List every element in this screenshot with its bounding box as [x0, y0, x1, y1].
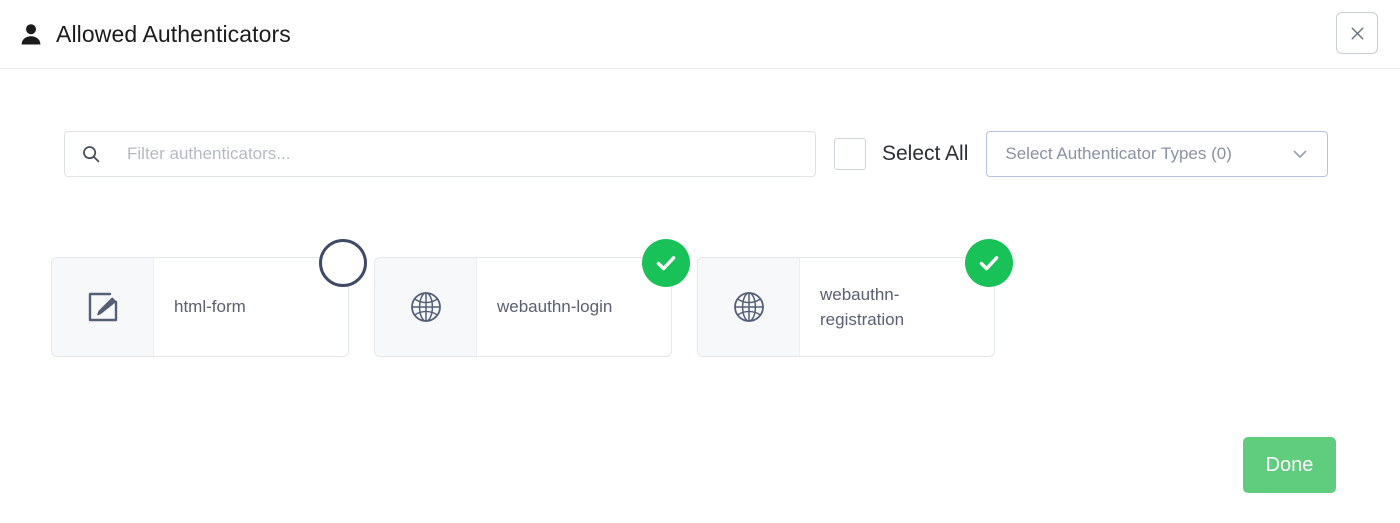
card-icon-panel — [698, 258, 800, 356]
chevron-down-icon — [1291, 145, 1309, 163]
card-select-badge-selected[interactable] — [642, 239, 690, 287]
select-all-label: Select All — [882, 142, 969, 165]
select-all-group: Select All — [834, 138, 968, 170]
card-select-badge-unselected[interactable] — [319, 239, 367, 287]
done-button[interactable]: Done — [1243, 437, 1336, 493]
authenticator-types-dropdown-label: Select Authenticator Types (0) — [1005, 144, 1232, 163]
close-icon — [1348, 24, 1367, 43]
authenticator-card-webauthn-registration[interactable]: webauthn-registration — [697, 239, 1013, 357]
allowed-authenticators-dialog: Allowed Authenticators Select All — [0, 0, 1400, 523]
card-label: webauthn-registration — [820, 284, 905, 330]
check-icon — [975, 249, 1003, 277]
search-icon — [81, 144, 101, 164]
select-all-checkbox[interactable] — [834, 138, 866, 170]
authenticator-card-list: html-form webauthn-login webauthn-regist… — [51, 239, 1013, 357]
card-icon-panel — [375, 258, 477, 356]
check-icon — [652, 249, 680, 277]
dialog-header-left: Allowed Authenticators — [20, 22, 291, 46]
card-icon-panel — [52, 258, 154, 356]
globe-icon — [406, 287, 446, 327]
search-box[interactable] — [64, 131, 816, 177]
filter-toolbar: Select All Select Authenticator Types (0… — [64, 131, 1329, 177]
edit-square-icon — [83, 287, 123, 327]
authenticator-card-webauthn-login[interactable]: webauthn-login — [374, 239, 690, 357]
card-label: html-form — [174, 297, 246, 317]
globe-icon — [729, 287, 769, 327]
user-icon — [20, 22, 42, 46]
page-title: Allowed Authenticators — [56, 20, 291, 47]
card-select-badge-selected[interactable] — [965, 239, 1013, 287]
card-label: webauthn-login — [497, 297, 613, 317]
search-input[interactable] — [65, 132, 815, 176]
dialog-header: Allowed Authenticators — [0, 0, 1400, 69]
close-button[interactable] — [1336, 12, 1378, 54]
authenticator-types-dropdown[interactable]: Select Authenticator Types (0) — [986, 131, 1329, 177]
authenticator-card-html-form[interactable]: html-form — [51, 239, 367, 357]
